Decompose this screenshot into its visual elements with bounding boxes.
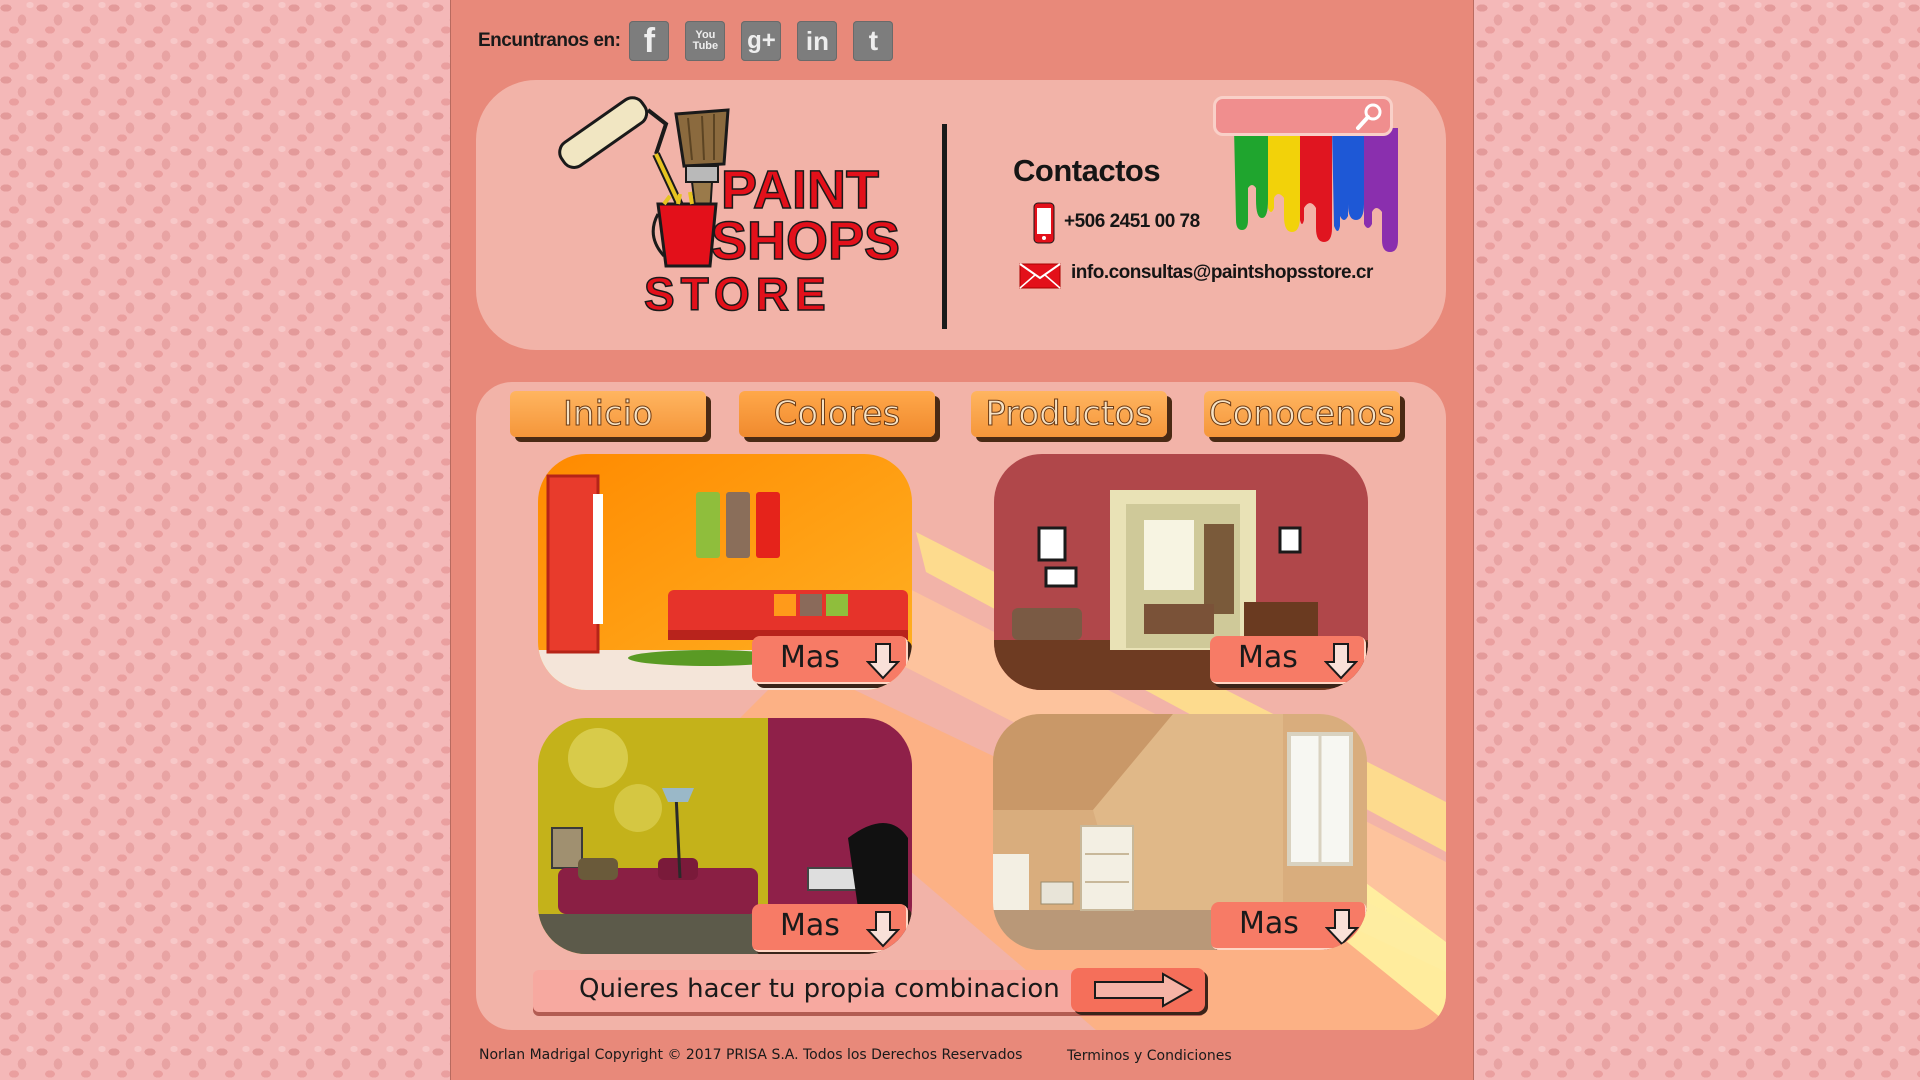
arrow-down-icon: [866, 911, 900, 948]
logo-line3: STORE: [644, 268, 832, 320]
mas-label: Mas: [780, 640, 840, 675]
mas-button-orange[interactable]: Mas: [752, 636, 908, 684]
arrow-down-icon: [866, 643, 900, 680]
arrow-right-icon: [1094, 972, 1194, 1008]
main-panel: Inicio Colores Productos Conocenos Mas M…: [476, 382, 1446, 1030]
google-plus-icon[interactable]: g+: [741, 21, 782, 61]
room-card-orange[interactable]: Mas: [538, 454, 912, 690]
arrow-down-icon: [1325, 909, 1359, 946]
paint-drips-image: [1234, 128, 1398, 252]
phone-icon: [1033, 202, 1055, 244]
room-card-beige[interactable]: Mas: [993, 714, 1367, 950]
youtube-icon[interactable]: You Tube: [685, 21, 726, 61]
footer-copyright: Norlan Madrigal Copyright © 2017 PRISA S…: [479, 1047, 1023, 1063]
logo-line2: SHOPS: [711, 211, 900, 271]
room-card-yellow[interactable]: Mas: [538, 718, 912, 954]
linkedin-icon[interactable]: in: [797, 21, 838, 61]
contact-phone: +506 2451 00 78: [1064, 211, 1200, 232]
mas-label: Mas: [1238, 640, 1298, 675]
nav-conocenos[interactable]: Conocenos: [1204, 391, 1400, 437]
nav-inicio[interactable]: Inicio: [510, 391, 706, 437]
header-panel: PAINT SHOPS STORE Contactos +506 2451 00…: [476, 80, 1446, 350]
mas-button-red[interactable]: Mas: [1210, 636, 1366, 684]
mail-icon: [1019, 263, 1061, 289]
contact-email[interactable]: info.consultas@paintshopsstore.cr: [1071, 262, 1373, 284]
paint-bucket-icon: [651, 191, 718, 268]
twitter-icon[interactable]: t: [853, 21, 894, 61]
mas-button-beige[interactable]: Mas: [1211, 902, 1367, 950]
contact-title: Contactos: [1013, 153, 1161, 188]
room-card-red[interactable]: Mas: [994, 454, 1368, 690]
mas-label: Mas: [1239, 906, 1299, 941]
arrow-down-icon: [1324, 643, 1358, 680]
facebook-icon[interactable]: f: [629, 21, 670, 61]
nav-productos[interactable]: Productos: [971, 391, 1167, 437]
paint-roller-icon: [558, 96, 688, 216]
social-bar: Encuntranos en: f You Tube g+ in t: [478, 20, 909, 62]
social-label: Encuntranos en:: [478, 30, 621, 51]
mas-button-yellow[interactable]: Mas: [752, 904, 908, 952]
footer-terms-link[interactable]: Terminos y Condiciones: [1067, 1048, 1232, 1064]
custom-combination-label: Quieres hacer tu propia combinacion: [579, 974, 1060, 1004]
page-container: Encuntranos en: f You Tube g+ in t PAINT…: [450, 0, 1474, 1080]
custom-combination-bar[interactable]: Quieres hacer tu propia combinacion: [533, 968, 1205, 1012]
header-divider: [942, 124, 947, 329]
nav-colores[interactable]: Colores: [739, 391, 935, 437]
search-input[interactable]: [1213, 96, 1393, 136]
search-icon[interactable]: [1354, 102, 1384, 132]
mas-label: Mas: [780, 908, 840, 943]
paint-shops-logo[interactable]: PAINT SHOPS STORE: [556, 96, 906, 336]
custom-combination-button[interactable]: [1071, 968, 1205, 1012]
